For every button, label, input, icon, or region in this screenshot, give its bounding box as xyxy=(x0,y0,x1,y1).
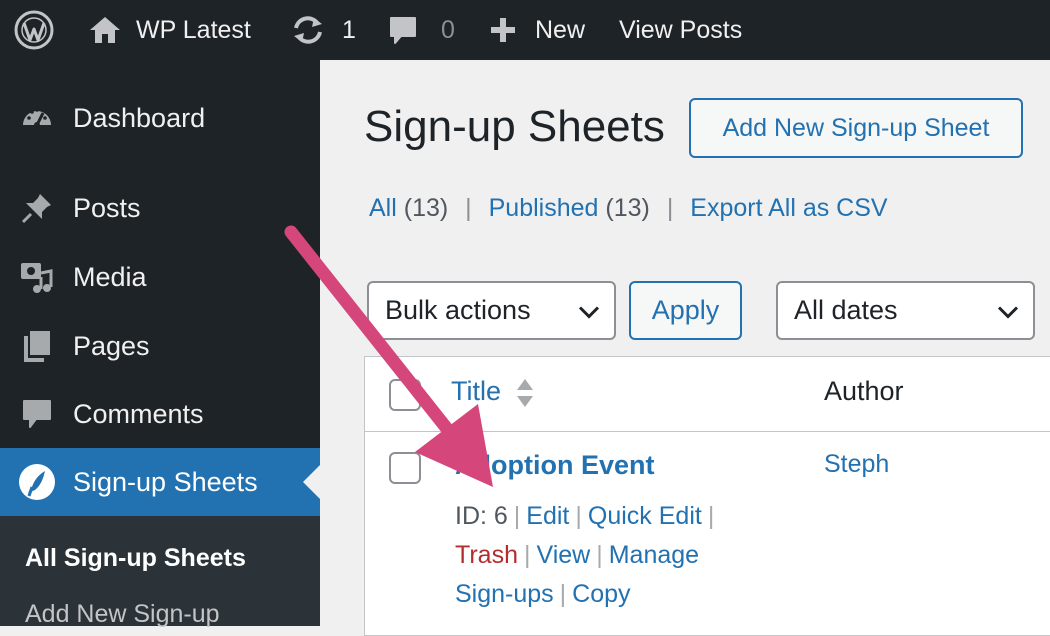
row-actions-line-3: Sign-ups | Copy xyxy=(455,580,631,609)
filter-separator: | xyxy=(465,194,472,222)
submenu-add-new-signup[interactable]: Add New Sign-up xyxy=(25,600,220,629)
table-header: Title Author xyxy=(365,357,1050,432)
sidebar-item-dashboard[interactable]: Dashboard xyxy=(0,84,320,152)
filter-published-count: (13) xyxy=(605,194,650,222)
sidebar-item-label: Sign-up Sheets xyxy=(73,466,258,497)
row-actions-line-1: ID: 6 | Edit | Quick Edit | xyxy=(455,502,720,531)
filter-all-count: (13) xyxy=(403,194,449,222)
site-name-link[interactable]: WP Latest xyxy=(88,0,251,60)
apply-button[interactable]: Apply xyxy=(629,281,742,340)
wordpress-logo-icon[interactable] xyxy=(14,0,54,60)
column-title-header[interactable]: Title xyxy=(451,376,501,407)
add-new-signup-sheet-button[interactable]: Add New Sign-up Sheet xyxy=(689,98,1023,158)
chevron-down-icon xyxy=(997,295,1019,326)
chevron-down-icon xyxy=(578,295,600,326)
quick-edit-link[interactable]: Quick Edit xyxy=(588,502,702,530)
action-separator: | xyxy=(559,580,567,608)
row-author-link[interactable]: Steph xyxy=(824,450,889,479)
sidebar-item-label: Dashboard xyxy=(73,102,206,133)
apply-label: Apply xyxy=(651,295,720,325)
column-author-header: Author xyxy=(824,376,904,406)
row-id: ID: 6 xyxy=(455,502,508,530)
row-actions-line-2: Trash | View | Manage xyxy=(455,541,699,570)
site-name: WP Latest xyxy=(136,15,251,44)
dashboard-icon xyxy=(18,99,56,137)
new-content-link[interactable]: New xyxy=(489,0,585,60)
bulk-actions-select[interactable]: Bulk actions xyxy=(367,281,616,340)
dates-filter-select[interactable]: All dates xyxy=(776,281,1035,340)
plus-icon xyxy=(489,16,517,44)
dates-value: All dates xyxy=(794,295,898,325)
filter-separator: | xyxy=(666,194,674,222)
media-icon xyxy=(18,258,56,296)
action-separator: | xyxy=(523,541,531,569)
sidebar-item-label: Comments xyxy=(73,398,204,429)
sidebar-item-pages[interactable]: Pages xyxy=(0,312,320,380)
add-new-label: Add New Sign-up Sheet xyxy=(722,113,990,142)
select-all-checkbox[interactable] xyxy=(389,379,421,411)
view-posts-link[interactable]: View Posts xyxy=(619,0,742,60)
row-checkbox[interactable] xyxy=(389,452,421,484)
admin-bar: WP Latest 1 0 New View Posts xyxy=(0,0,1050,60)
signups-link[interactable]: Sign-ups xyxy=(455,580,554,608)
status-filter-links: All (13) | Published (13) | Export All a… xyxy=(369,194,888,223)
view-posts-label: View Posts xyxy=(619,15,743,44)
copy-link[interactable]: Copy xyxy=(572,580,630,608)
view-link[interactable]: View xyxy=(536,541,590,569)
trash-link[interactable]: Trash xyxy=(455,541,518,569)
comments-icon xyxy=(18,395,56,433)
submenu-all-signup-sheets[interactable]: All Sign-up Sheets xyxy=(25,544,246,573)
filter-all-link[interactable]: All xyxy=(369,194,397,222)
sidebar-item-signup-sheets[interactable]: Sign-up Sheets xyxy=(0,448,320,516)
pages-icon xyxy=(18,327,56,365)
home-icon xyxy=(88,14,122,46)
new-label: New xyxy=(535,15,586,44)
bulk-actions-value: Bulk actions xyxy=(385,295,531,325)
page-title: Sign-up Sheets xyxy=(364,102,665,151)
manage-link[interactable]: Manage xyxy=(609,541,699,569)
sidebar-item-media[interactable]: Media xyxy=(0,243,320,311)
action-separator: | xyxy=(596,541,603,569)
active-menu-arrow xyxy=(303,465,320,499)
comments-count: 0 xyxy=(441,15,455,44)
sidebar-item-posts[interactable]: Posts xyxy=(0,174,320,242)
action-separator: | xyxy=(513,502,521,530)
sidebar-item-comments[interactable]: Comments xyxy=(0,380,320,448)
updates-icon xyxy=(290,14,326,46)
row-title-link[interactable]: Adoption Event xyxy=(455,450,654,481)
updates-count: 1 xyxy=(342,15,356,44)
pin-icon xyxy=(18,189,56,227)
edit-link[interactable]: Edit xyxy=(526,502,569,530)
signup-sheets-icon xyxy=(18,463,56,501)
signup-sheets-table: Title Author Adoption Event Steph ID: 6 |… xyxy=(364,356,1050,636)
comment-bubble-icon xyxy=(387,14,419,46)
export-csv-link[interactable]: Export All as CSV xyxy=(690,194,887,222)
action-separator: | xyxy=(575,502,582,530)
filter-published-link[interactable]: Published xyxy=(489,194,599,222)
signup-sheets-submenu: All Sign-up Sheets Add New Sign-up xyxy=(0,516,320,629)
sidebar-item-label: Pages xyxy=(73,330,150,361)
action-separator: | xyxy=(707,502,715,530)
sort-arrows-icon[interactable] xyxy=(515,377,535,414)
sidebar-item-label: Posts xyxy=(73,192,141,223)
comments-link[interactable]: 0 xyxy=(387,0,455,60)
sidebar-item-label: Media xyxy=(73,261,147,292)
updates-link[interactable]: 1 xyxy=(290,0,356,60)
